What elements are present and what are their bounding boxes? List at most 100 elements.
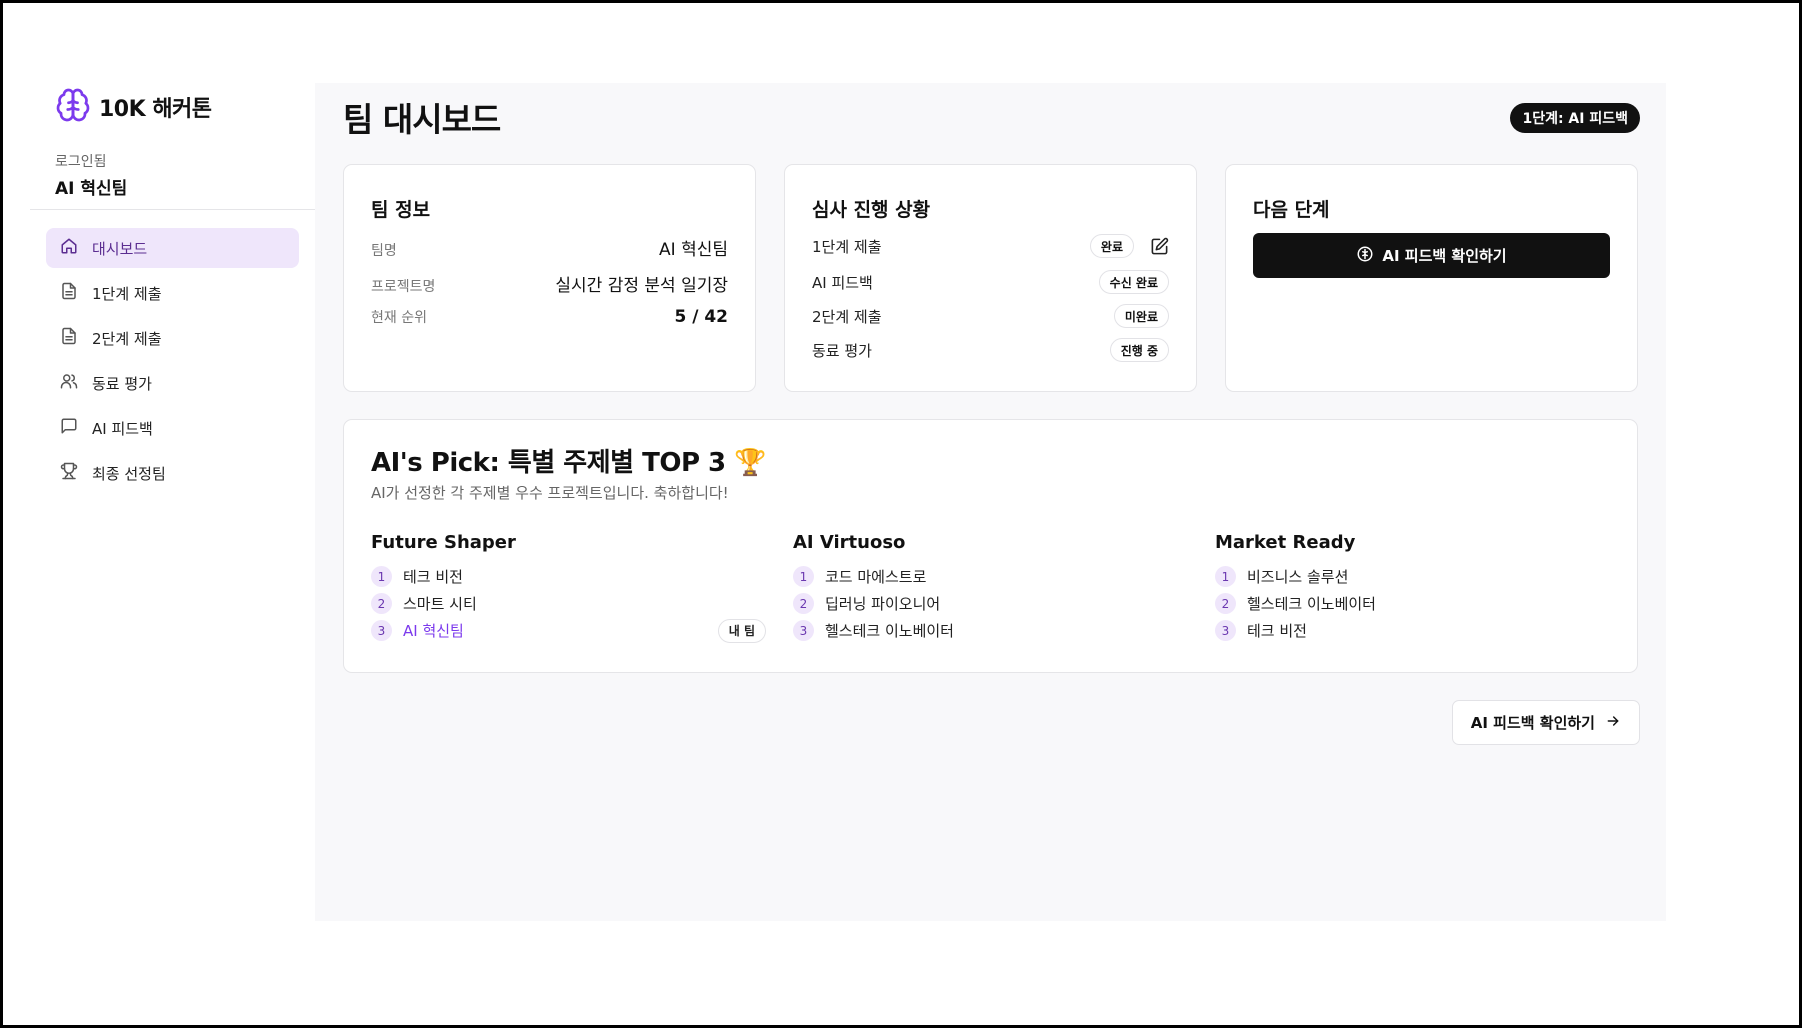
list-item: 3 테크 비전	[1215, 617, 1610, 644]
brain-icon	[1356, 245, 1374, 267]
field-value: 실시간 감정 분석 일기장	[555, 276, 728, 296]
rank-row: 현재 순위 5 / 42	[371, 307, 728, 327]
sidebar-item-ai-feedback[interactable]: AI 피드백	[46, 408, 299, 448]
list-item: 2 헬스테크 이노베이터	[1215, 590, 1610, 617]
status-badge: 수신 완료	[1098, 270, 1169, 294]
message-icon	[60, 417, 78, 439]
sidebar-item-label: 대시보드	[92, 239, 148, 258]
status-badge: 미완료	[1113, 304, 1169, 328]
sidebar-divider	[30, 209, 315, 210]
my-team-badge: 내 팀	[717, 618, 766, 643]
field-label: 팀명	[371, 243, 397, 259]
project-name-row: 프로젝트명 실시간 감정 분석 일기장	[371, 271, 728, 296]
list-item: 3 AI 혁신팀 내 팀	[371, 617, 766, 644]
brand-name: 10K 해커톤	[99, 97, 212, 122]
page-title: 팀 대시보드	[343, 100, 501, 139]
team-name: 스마트 시티	[403, 595, 477, 613]
brand-logo[interactable]: 10K 해커톤	[55, 87, 212, 127]
rank-badge: 1	[371, 566, 392, 587]
category-title: Future Shaper	[371, 532, 516, 553]
ai-feedback-link-button[interactable]: AI 피드백 확인하기	[1451, 700, 1640, 745]
sidebar-item-stage1[interactable]: 1단계 제출	[46, 273, 299, 313]
sidebar-item-stage2[interactable]: 2단계 제출	[46, 318, 299, 358]
field-label: 프로젝트명	[371, 279, 436, 295]
status-label: 동료 평가	[812, 341, 872, 360]
document-icon	[60, 327, 78, 349]
field-label: 현재 순위	[371, 310, 427, 326]
review-progress-card: 심사 진행 상황 1단계 제출 완료 AI 피드백 수신 완료 2단계 제출 미…	[784, 164, 1197, 392]
team-name: AI 혁신팀	[403, 622, 464, 640]
ai-pick-card: AI's Pick: 특별 주제별 TOP 3 🏆 AI가 선정한 각 주제별 …	[343, 419, 1638, 673]
team-name-row: 팀명 AI 혁신팀	[371, 235, 728, 260]
field-value: 5 / 42	[674, 307, 728, 327]
document-icon	[60, 282, 78, 304]
sidebar-item-finalists[interactable]: 최종 선정팀	[46, 453, 299, 493]
sidebar-nav: 대시보드 1단계 제출 2단계 제출 동료 평가 AI 피드백 최종 선정팀	[46, 228, 299, 498]
field-value: AI 혁신팀	[659, 240, 728, 260]
rank-badge: 2	[1215, 593, 1236, 614]
main-content: 팀 대시보드 1단계: AI 피드백 팀 정보 팀명 AI 혁신팀 프로젝트명 …	[315, 83, 1666, 921]
users-icon	[60, 372, 78, 394]
team-name: 딥러닝 파이오니어	[825, 595, 941, 613]
status-badge: 완료	[1089, 234, 1134, 258]
rank-badge: 2	[371, 593, 392, 614]
status-label: AI 피드백	[812, 273, 873, 292]
rank-badge: 1	[1215, 566, 1236, 587]
edit-icon[interactable]	[1150, 237, 1169, 256]
status-row-stage2: 2단계 제출 미완료	[812, 302, 1169, 330]
list-item: 2 스마트 시티	[371, 590, 766, 617]
team-info-card: 팀 정보 팀명 AI 혁신팀 프로젝트명 실시간 감정 분석 일기장 현재 순위…	[343, 164, 756, 392]
list-item: 1 테크 비전	[371, 563, 766, 590]
arrow-right-icon	[1605, 713, 1621, 733]
rank-badge: 3	[1215, 620, 1236, 641]
rank-badge: 2	[793, 593, 814, 614]
category-market-ready: Market Ready 1 비즈니스 솔루션 2 헬스테크 이노베이터 3 테…	[1215, 532, 1610, 644]
list-item: 1 코드 마에스트로	[793, 563, 1188, 590]
sidebar: 10K 해커톤 로그인됨 AI 혁신팀 대시보드 1단계 제출 2단계 제출 동…	[30, 83, 315, 921]
status-badge: 진행 중	[1109, 338, 1169, 362]
status-label: 1단계 제출	[812, 237, 882, 256]
stage-badge: 1단계: AI 피드백	[1510, 103, 1640, 133]
ai-feedback-button[interactable]: AI 피드백 확인하기	[1253, 233, 1610, 278]
sidebar-item-label: 최종 선정팀	[92, 464, 166, 483]
team-name: 헬스테크 이노베이터	[825, 622, 954, 640]
list-item: 3 헬스테크 이노베이터	[793, 617, 1188, 644]
team-name: 테크 비전	[403, 568, 463, 586]
section-subtitle: AI가 선정한 각 주제별 우수 프로젝트입니다. 축하합니다!	[371, 484, 729, 502]
login-caption: 로그인됨	[55, 154, 107, 170]
sidebar-item-peer-review[interactable]: 동료 평가	[46, 363, 299, 403]
status-row-stage1: 1단계 제출 완료	[812, 232, 1169, 260]
sidebar-item-label: 2단계 제출	[92, 329, 162, 348]
rank-badge: 3	[793, 620, 814, 641]
section-title: AI's Pick: 특별 주제별 TOP 3 🏆	[371, 448, 767, 478]
home-icon	[60, 237, 78, 259]
button-label: AI 피드백 확인하기	[1470, 714, 1595, 732]
team-name: 비즈니스 솔루션	[1247, 568, 1349, 586]
status-label: 2단계 제출	[812, 307, 882, 326]
category-ai-virtuoso: AI Virtuoso 1 코드 마에스트로 2 딥러닝 파이오니어 3 헬스테…	[793, 532, 1188, 644]
sidebar-item-dashboard[interactable]: 대시보드	[46, 228, 299, 268]
logged-in-team: AI 혁신팀	[55, 179, 128, 199]
sidebar-item-label: 1단계 제출	[92, 284, 162, 303]
category-title: Market Ready	[1215, 532, 1356, 553]
list-item: 2 딥러닝 파이오니어	[793, 590, 1188, 617]
card-title: 다음 단계	[1253, 199, 1330, 221]
card-title: 팀 정보	[371, 199, 431, 221]
category-title: AI Virtuoso	[793, 532, 906, 553]
sidebar-item-label: 동료 평가	[92, 374, 152, 393]
team-name: 테크 비전	[1247, 622, 1307, 640]
status-row-ai-feedback: AI 피드백 수신 완료	[812, 268, 1169, 296]
next-step-card: 다음 단계 AI 피드백 확인하기	[1225, 164, 1638, 392]
category-future-shaper: Future Shaper 1 테크 비전 2 스마트 시티 3 AI 혁신팀 …	[371, 532, 766, 644]
team-name: 헬스테크 이노베이터	[1247, 595, 1376, 613]
button-label: AI 피드백 확인하기	[1382, 247, 1507, 265]
card-title: 심사 진행 상황	[812, 199, 931, 221]
rank-badge: 1	[793, 566, 814, 587]
team-name: 코드 마에스트로	[825, 568, 927, 586]
brain-icon	[55, 87, 91, 127]
list-item: 1 비즈니스 솔루션	[1215, 563, 1610, 590]
sidebar-item-label: AI 피드백	[92, 419, 153, 438]
rank-badge: 3	[371, 620, 392, 641]
trophy-icon	[60, 462, 78, 484]
status-row-peer-review: 동료 평가 진행 중	[812, 336, 1169, 364]
